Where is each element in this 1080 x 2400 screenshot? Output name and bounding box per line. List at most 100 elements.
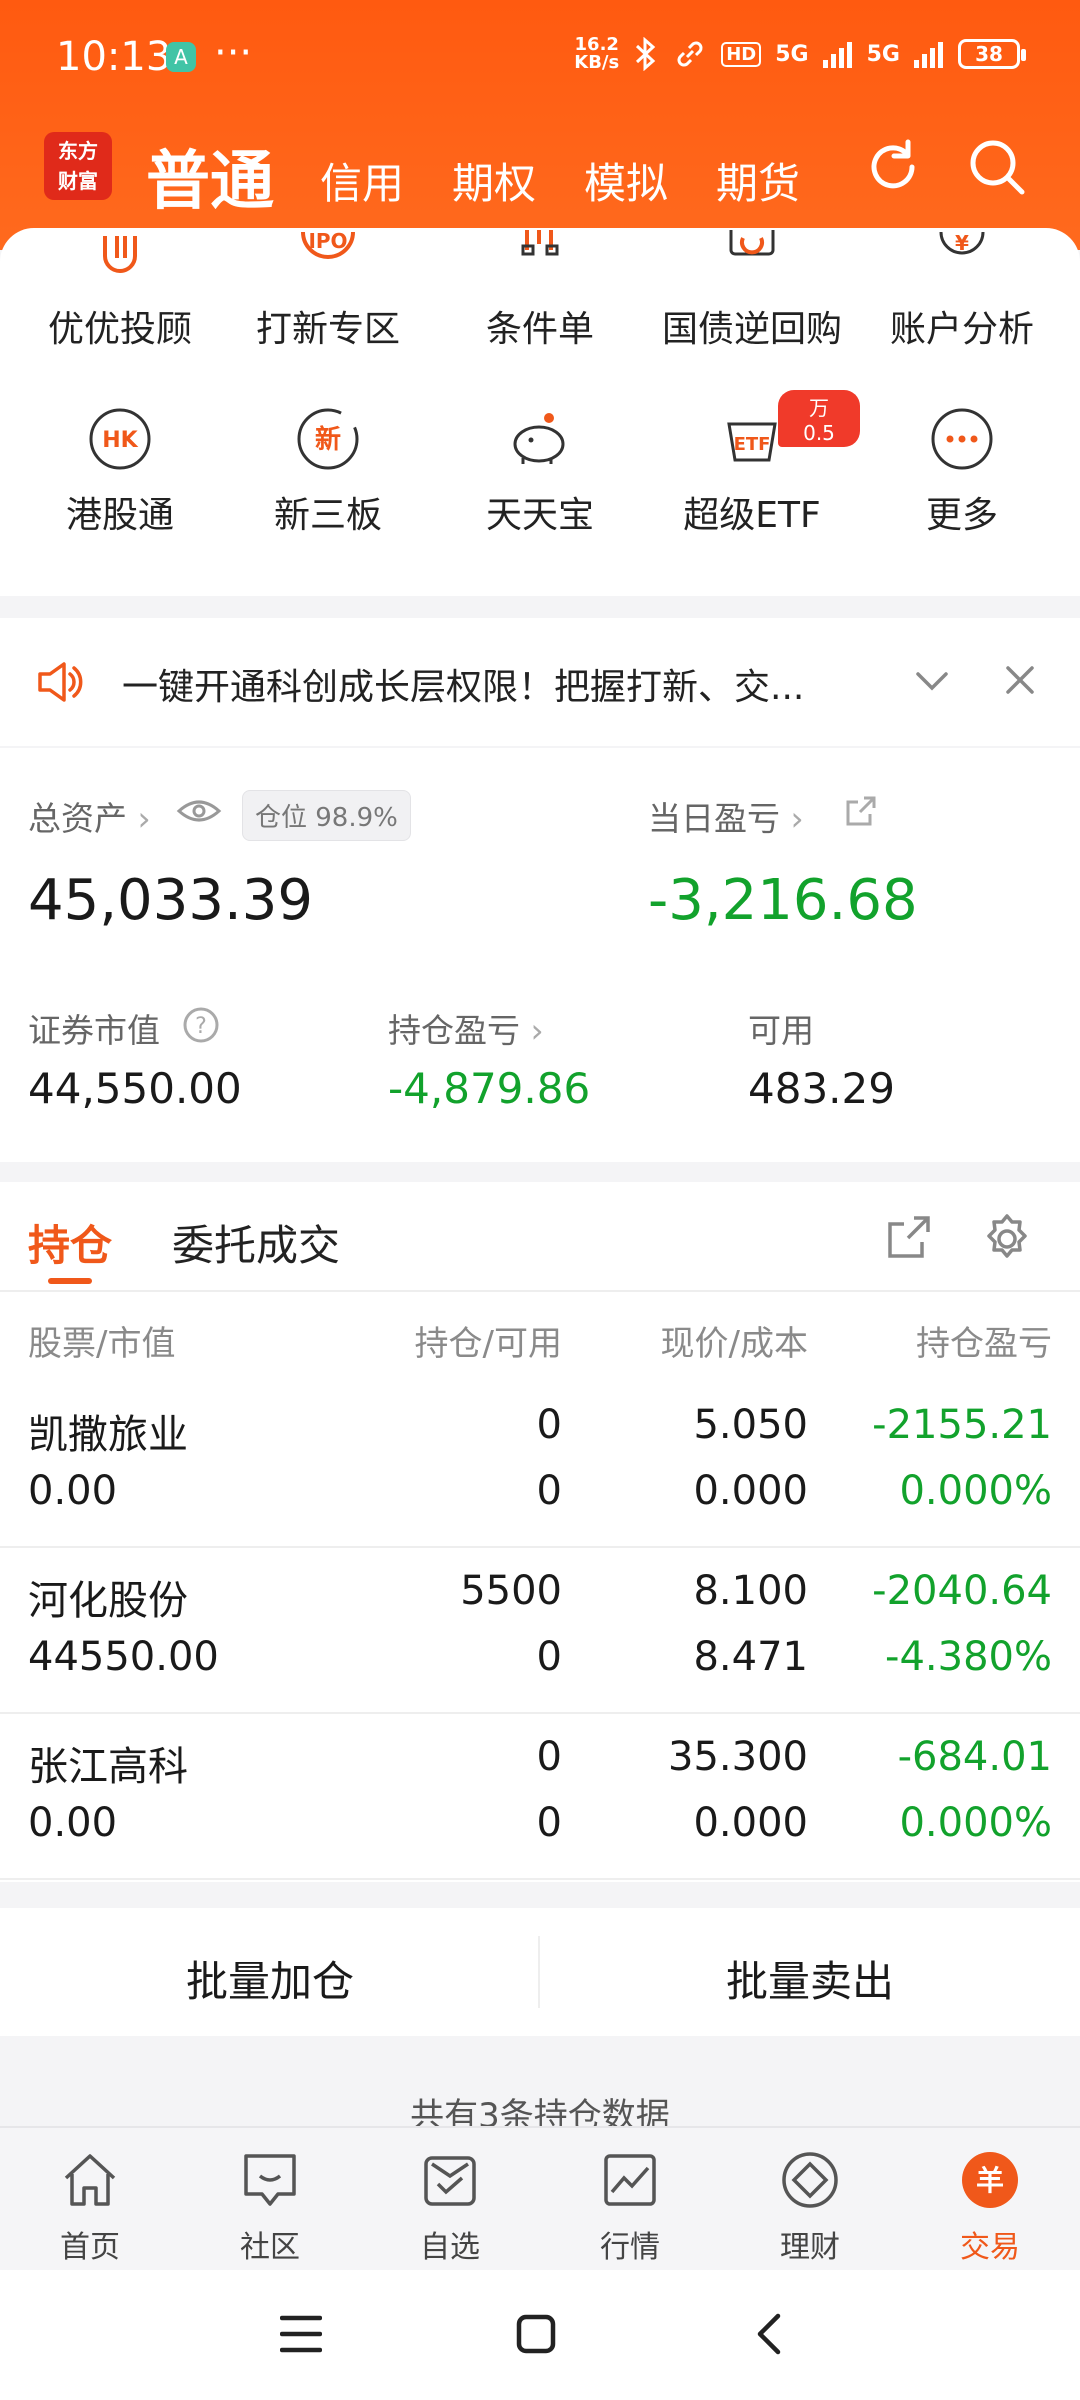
nav-community[interactable]: 社区 bbox=[180, 2148, 360, 2266]
menu-item-bond-repo[interactable]: 国债逆回购 bbox=[644, 218, 860, 352]
svg-text:?: ? bbox=[195, 1014, 207, 1039]
daily-pl-label-text: 当日盈亏 bbox=[648, 799, 780, 838]
help-icon[interactable]: ? bbox=[182, 1006, 220, 1044]
new-third-board-icon: 新 bbox=[297, 408, 359, 470]
nav-trade[interactable]: 羊 交易 bbox=[900, 2148, 1080, 2266]
share-icon[interactable] bbox=[844, 794, 878, 828]
menu-item-tiantianbao[interactable]: 天天宝 bbox=[432, 404, 648, 538]
eye-icon[interactable] bbox=[176, 796, 222, 826]
settings-gear-icon[interactable] bbox=[980, 1212, 1034, 1266]
tab-simulation[interactable]: 模拟 bbox=[584, 150, 668, 211]
menu-item-account-analysis[interactable]: ¥ 账户分析 bbox=[854, 218, 1070, 352]
chevron-right-icon: › bbox=[137, 799, 151, 838]
holding-pl-value: -4,879.86 bbox=[388, 1064, 591, 1113]
community-icon bbox=[244, 2154, 296, 2206]
notice-banner[interactable]: 一键开通科创成长层权限！把握打新、交... bbox=[0, 618, 1080, 746]
menu-item-advisor[interactable]: 优优投顾 bbox=[12, 218, 228, 352]
menu-item-super-etf[interactable]: ETF 万0.5 超级ETF bbox=[644, 390, 860, 538]
tab-options[interactable]: 期权 bbox=[452, 150, 536, 211]
logo-line1: 东方 bbox=[58, 139, 98, 163]
nav-watchlist[interactable]: 自选 bbox=[360, 2148, 540, 2266]
status-right: 16.2 KB/s HD 5G 5G 38 bbox=[574, 36, 1026, 72]
home-square-icon[interactable] bbox=[516, 2314, 556, 2354]
app-header: 10:13 A ··· 16.2 KB/s HD 5G 5G 38 东方 财富 … bbox=[0, 0, 1080, 250]
tab-normal[interactable]: 普通 bbox=[146, 130, 274, 222]
nav-label: 行情 bbox=[600, 2230, 660, 2265]
svg-text:羊: 羊 bbox=[976, 2164, 1004, 2197]
nav-market[interactable]: 行情 bbox=[540, 2148, 720, 2266]
tab-holdings[interactable]: 持仓 bbox=[28, 1212, 112, 1284]
tab-credit[interactable]: 信用 bbox=[320, 150, 404, 211]
holdings-panel: 持仓 委托成交 股票/市值 持仓/可用 现价/成本 持仓盈亏 凯撒旅业 0.00… bbox=[0, 1182, 1080, 1882]
svg-text:¥: ¥ bbox=[955, 231, 969, 255]
speaker-icon bbox=[38, 662, 83, 702]
menu-item-new-third-board[interactable]: 新 新三板 bbox=[220, 404, 436, 538]
market-value: 44,550.00 bbox=[28, 1064, 242, 1113]
cost-price: 0.000 bbox=[693, 1468, 808, 1514]
current-price: 5.050 bbox=[693, 1402, 808, 1448]
nav-wealth[interactable]: 理财 bbox=[720, 2148, 900, 2266]
condition-order-icon bbox=[521, 230, 559, 256]
tab-orders[interactable]: 委托成交 bbox=[172, 1212, 340, 1273]
refresh-icon[interactable] bbox=[860, 134, 926, 200]
hold-qty: 0 bbox=[536, 1402, 562, 1448]
menu-item-hk-connect[interactable]: HK 港股通 bbox=[12, 404, 228, 538]
chevron-right-icon: › bbox=[790, 799, 804, 838]
holding-pl: -2040.64 bbox=[872, 1568, 1052, 1614]
menu-label: 账户分析 bbox=[889, 309, 1034, 350]
status-bar: 10:13 A ··· 16.2 KB/s HD 5G 5G 38 bbox=[0, 0, 1080, 120]
avail-qty: 0 bbox=[536, 1800, 562, 1846]
nav-label: 首页 bbox=[60, 2230, 120, 2265]
market-value-label-text: 证券市值 bbox=[28, 1011, 160, 1050]
batch-add-button[interactable]: 批量加仓 bbox=[0, 1948, 540, 2009]
holding-pl-label-text: 持仓盈亏 bbox=[388, 1011, 520, 1050]
hold-qty: 0 bbox=[536, 1734, 562, 1780]
avail-qty: 0 bbox=[536, 1634, 562, 1680]
total-assets-value: 45,033.39 bbox=[28, 868, 314, 933]
menu-label: 优优投顾 bbox=[47, 309, 192, 350]
daily-pl-label[interactable]: 当日盈亏 › bbox=[648, 792, 804, 840]
stock-name: 张江高科 bbox=[28, 1744, 188, 1790]
brand-logo[interactable]: 东方 财富 bbox=[44, 132, 112, 200]
holding-row[interactable]: 张江高科 0.00 0 0 35.300 0.000 -684.01 0.000… bbox=[0, 1714, 1080, 1880]
holding-pl-pct: 0.000% bbox=[899, 1800, 1052, 1846]
close-icon[interactable] bbox=[1004, 664, 1036, 696]
chevron-down-icon[interactable] bbox=[914, 668, 950, 696]
menu-label: 更多 bbox=[925, 495, 998, 536]
hk-icon: HK bbox=[89, 408, 151, 470]
holding-row[interactable]: 凯撒旅业 0.00 0 0 5.050 0.000 -2155.21 0.000… bbox=[0, 1382, 1080, 1548]
holding-pl-pct: 0.000% bbox=[899, 1468, 1052, 1514]
market-value-label: 证券市值 bbox=[28, 1004, 160, 1052]
holding-pl: -684.01 bbox=[897, 1734, 1052, 1780]
menu-icon[interactable] bbox=[280, 2314, 322, 2354]
export-icon[interactable] bbox=[886, 1214, 932, 1260]
menu-item-more[interactable]: 更多 bbox=[854, 404, 1070, 538]
position-ratio-badge: 仓位 98.9% bbox=[242, 790, 411, 841]
logo-line2: 财富 bbox=[58, 169, 98, 193]
menu-label: 港股通 bbox=[65, 495, 174, 536]
total-assets-label[interactable]: 总资产 › bbox=[28, 792, 151, 840]
svg-text:新: 新 bbox=[315, 424, 341, 455]
holding-row[interactable]: 河化股份 44550.00 5500 0 8.100 8.471 -2040.6… bbox=[0, 1548, 1080, 1714]
menu-item-ipo[interactable]: IPO 打新专区 bbox=[220, 218, 436, 352]
status-time: 10:13 bbox=[56, 34, 172, 80]
stock-market-value: 44550.00 bbox=[28, 1634, 219, 1680]
svg-text:ETF: ETF bbox=[734, 434, 771, 455]
menu-label: 天天宝 bbox=[485, 495, 594, 536]
stock-name: 凯撒旅业 bbox=[28, 1412, 188, 1458]
menu-label: 打新专区 bbox=[255, 309, 400, 350]
total-assets-label-text: 总资产 bbox=[28, 799, 127, 838]
holding-pl-label[interactable]: 持仓盈亏 › bbox=[388, 1004, 544, 1052]
search-icon[interactable] bbox=[964, 134, 1030, 200]
batch-sell-button[interactable]: 批量卖出 bbox=[540, 1948, 1080, 2009]
nav-home[interactable]: 首页 bbox=[0, 2148, 180, 2266]
stock-name: 河化股份 bbox=[28, 1578, 188, 1624]
nav-label: 自选 bbox=[420, 2230, 480, 2265]
hold-qty: 5500 bbox=[460, 1568, 562, 1614]
piggy-bank-icon bbox=[513, 413, 565, 464]
back-icon[interactable] bbox=[752, 2312, 784, 2356]
tab-futures[interactable]: 期货 bbox=[716, 150, 800, 211]
asset-summary: 总资产 › 仓位 98.9% 45,033.39 当日盈亏 › -3,216.6… bbox=[0, 748, 1080, 1162]
menu-item-condition-order[interactable]: 条件单 bbox=[432, 218, 648, 352]
bluetooth-icon bbox=[636, 37, 656, 71]
